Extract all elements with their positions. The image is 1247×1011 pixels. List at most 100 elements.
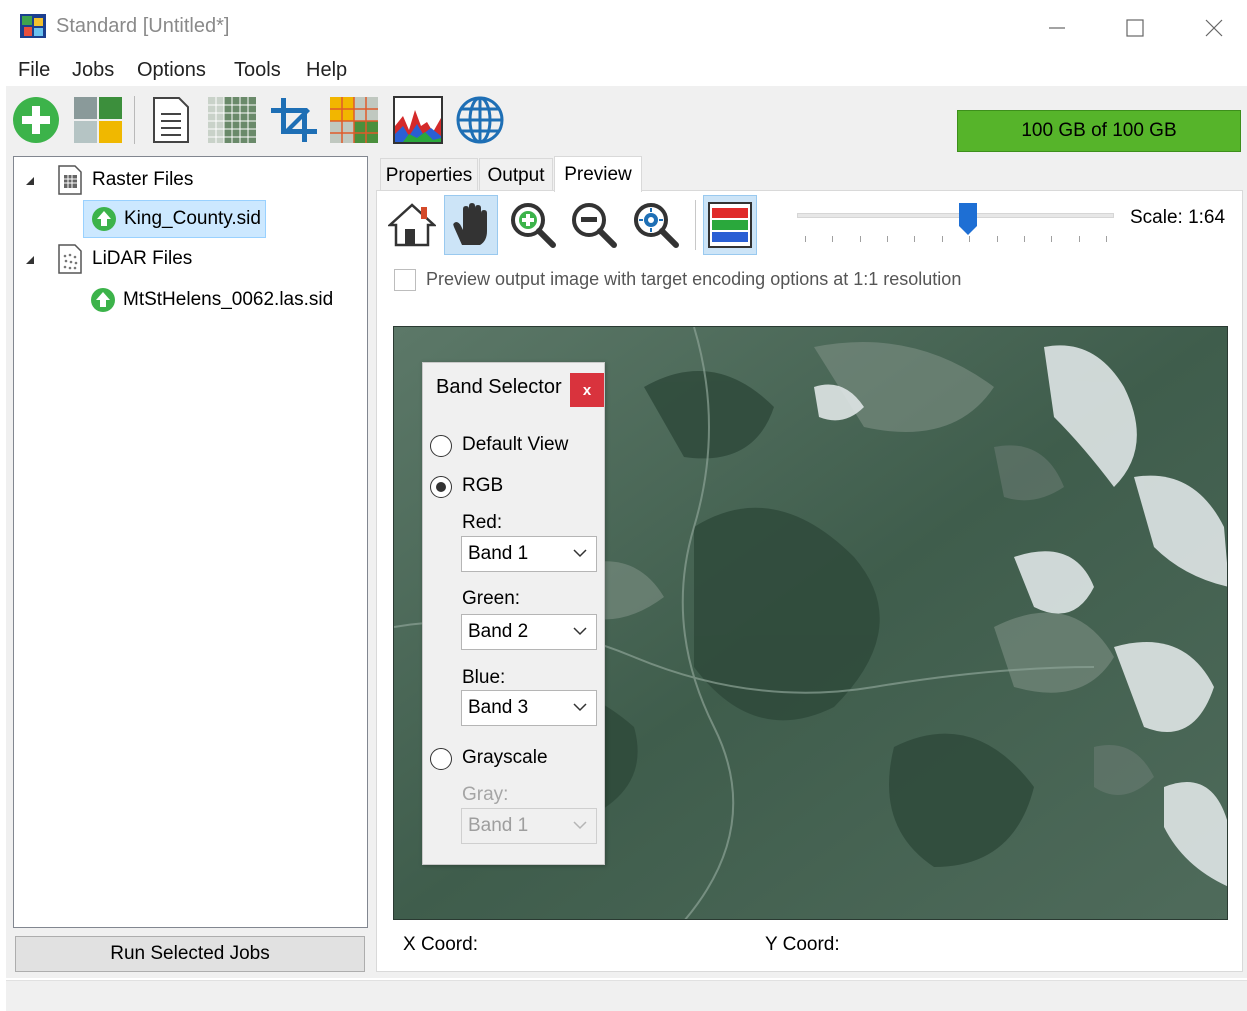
status-bar [6, 980, 1247, 1011]
tree-group-label: LiDAR Files [92, 248, 193, 269]
slider-tick [914, 236, 916, 242]
gray-band-value: Band 1 [468, 815, 529, 836]
green-label: Green: [462, 588, 521, 609]
tree-group-label: Raster Files [92, 169, 194, 190]
tree-item-label: MtStHelens_0062.las.sid [123, 289, 334, 310]
slider-tick [941, 236, 943, 242]
crop-button[interactable] [268, 94, 320, 146]
properties-document-icon [153, 97, 189, 143]
zoom-out-button[interactable] [567, 195, 621, 255]
chevron-down-icon [573, 821, 587, 830]
tab-output[interactable]: Output [479, 158, 553, 192]
close-window-button[interactable] [1184, 8, 1244, 48]
tree-item-mtsthelens[interactable]: MtStHelens_0062.las.sid [83, 282, 353, 320]
expand-arrow-icon[interactable] [24, 254, 36, 266]
red-band-value: Band 1 [468, 543, 529, 564]
slider-tick [1078, 236, 1080, 242]
globe-button[interactable] [454, 94, 506, 146]
chevron-down-icon [573, 703, 587, 712]
maximize-button[interactable] [1105, 8, 1165, 48]
band-selector-button[interactable] [703, 195, 757, 255]
zoom-out-icon [572, 203, 617, 248]
mosaic-button[interactable] [72, 94, 124, 146]
slider-tick [1051, 236, 1053, 242]
chevron-down-icon [573, 627, 587, 636]
raster-file-icon [58, 165, 82, 195]
y-coord-label: Y Coord: [765, 934, 840, 955]
tiles-button[interactable] [206, 94, 258, 146]
scale-label: Scale: 1:64 [1130, 207, 1226, 228]
mosaic-grid-button[interactable] [328, 94, 380, 146]
job-status-icon [92, 207, 116, 231]
home-button[interactable] [385, 195, 439, 255]
maximize-icon [1126, 19, 1144, 37]
slider-tick [969, 236, 971, 242]
zoom-fit-button[interactable] [629, 195, 683, 255]
pan-hand-icon [453, 203, 487, 245]
slider-tick [887, 236, 889, 242]
default-view-label: Default View [462, 434, 569, 455]
green-band-value: Band 2 [468, 621, 529, 642]
green-band-select[interactable]: Band 2 [461, 614, 597, 650]
slider-tick [859, 236, 861, 242]
tree-item-label: King_County.sid [124, 208, 261, 229]
preview-resolution-checkbox[interactable] [394, 269, 416, 291]
rgb-label: RGB [462, 475, 504, 496]
scale-slider-track[interactable] [797, 213, 1114, 218]
run-selected-jobs-button[interactable]: Run Selected Jobs [15, 936, 365, 972]
red-label: Red: [462, 512, 503, 533]
zoom-in-icon [511, 203, 556, 248]
blue-band-select[interactable]: Band 3 [461, 690, 597, 726]
home-icon [388, 203, 436, 247]
band-selector-title: Band Selector [436, 376, 562, 398]
slider-tick [1106, 236, 1107, 242]
tree-item-king-county[interactable]: King_County.sid [83, 200, 266, 238]
grayscale-label: Grayscale [462, 747, 548, 768]
preview-resolution-label: Preview output image with target encodin… [426, 269, 962, 289]
slider-tick [805, 236, 806, 242]
rgb-radio[interactable] [430, 476, 452, 498]
slider-tick [996, 236, 998, 242]
mosaic-icon [74, 97, 122, 143]
minimize-icon [1049, 27, 1065, 29]
slider-tick [1023, 236, 1025, 242]
scale-slider-thumb[interactable] [958, 202, 978, 236]
mosaic-grid-icon [330, 97, 378, 143]
globe-icon [456, 96, 504, 144]
tab-preview[interactable]: Preview [554, 156, 642, 192]
add-job-button[interactable] [10, 94, 62, 146]
job-status-icon [91, 288, 115, 312]
grayscale-radio[interactable] [430, 748, 452, 770]
menu-options[interactable]: Options [137, 59, 206, 82]
gray-band-select: Band 1 [461, 808, 597, 844]
zoom-in-button[interactable] [506, 195, 560, 255]
minimize-button[interactable] [1027, 8, 1087, 48]
app-logo-icon [20, 14, 46, 38]
gray-label: Gray: [462, 784, 509, 805]
band-selector-close-button[interactable]: x [570, 373, 604, 407]
zoom-fit-icon [634, 203, 679, 248]
pan-button[interactable] [444, 195, 498, 255]
default-view-radio[interactable] [430, 435, 452, 457]
menu-tools[interactable]: Tools [234, 59, 281, 82]
job-tree: Raster Files King_County.sid LiDAR Files… [13, 156, 368, 928]
close-icon [1205, 19, 1223, 37]
toolbar-separator [134, 96, 135, 144]
grid-tiles-icon [208, 97, 256, 143]
chevron-down-icon [573, 549, 587, 558]
storage-usage-bar: 100 GB of 100 GB [957, 110, 1241, 152]
band-selector-icon [708, 202, 752, 248]
crop-icon [271, 98, 317, 142]
histogram-button[interactable] [392, 94, 444, 146]
blue-label: Blue: [462, 667, 506, 688]
menu-jobs[interactable]: Jobs [72, 59, 114, 82]
menu-file[interactable]: File [18, 59, 50, 82]
toolbar-separator [695, 200, 696, 250]
menu-help[interactable]: Help [306, 59, 347, 82]
red-band-select[interactable]: Band 1 [461, 536, 597, 572]
expand-arrow-icon[interactable] [24, 175, 36, 187]
window-title: Standard [Untitled*] [56, 15, 230, 37]
properties-button[interactable] [145, 94, 197, 146]
tab-properties[interactable]: Properties [380, 158, 478, 192]
histogram-chart-icon [393, 96, 443, 144]
